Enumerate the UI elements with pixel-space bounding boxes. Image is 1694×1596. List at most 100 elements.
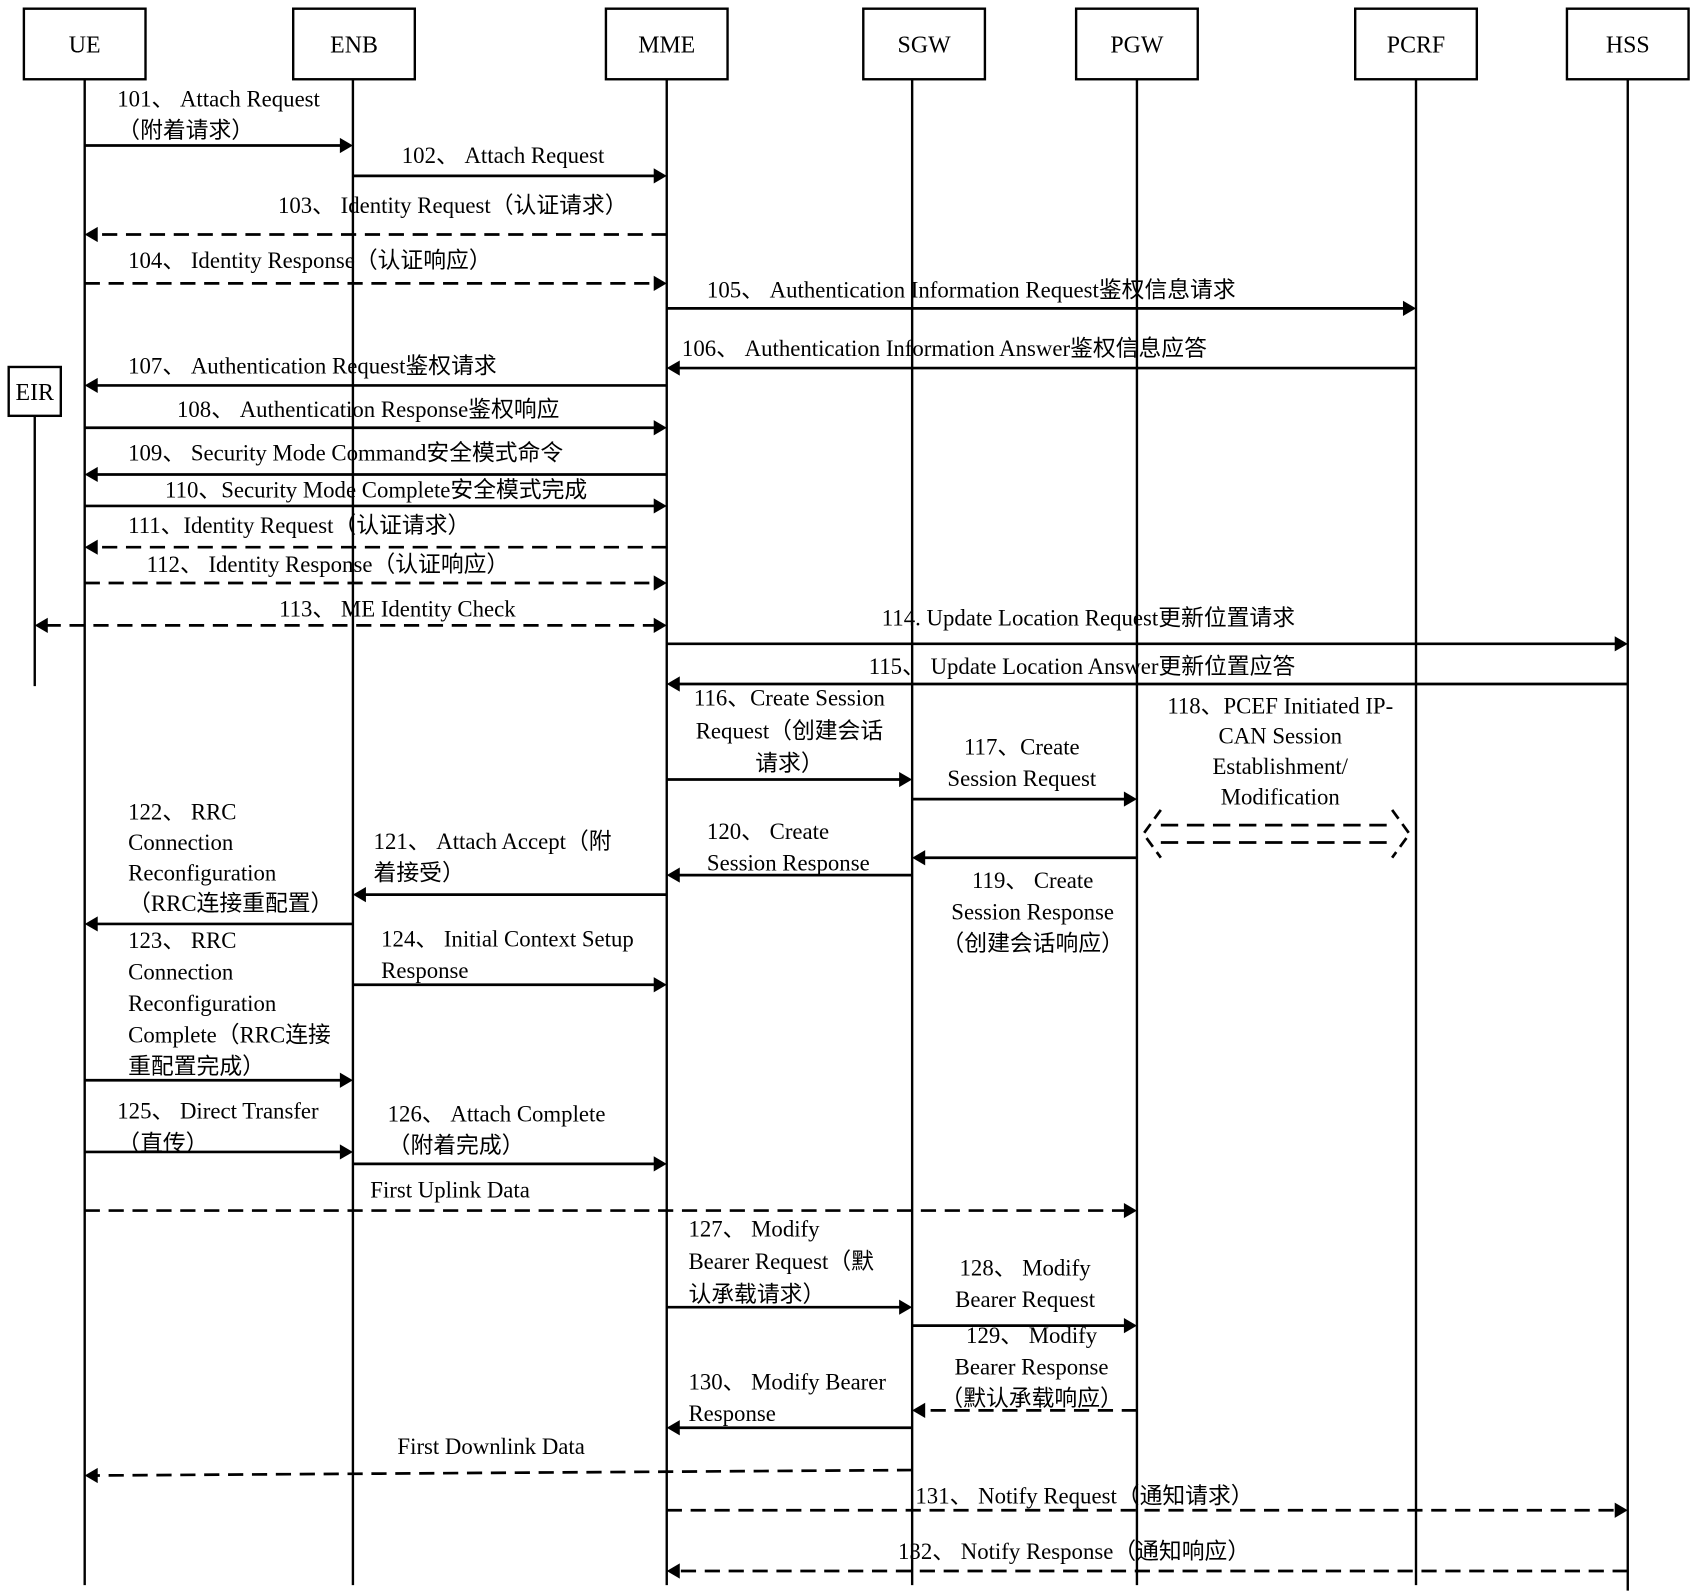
message-label: 120、 Create — [707, 819, 829, 844]
entity-label-mme: MME — [638, 33, 695, 59]
arrowhead — [653, 420, 667, 436]
entity-eir[interactable]: EIR — [7, 365, 63, 418]
message-label: 认承载请求） — [688, 1282, 825, 1307]
message-label: 111、Identity Request（认证请求） — [128, 513, 470, 538]
message-label: Bearer Response — [955, 1355, 1109, 1380]
message-m123[interactable]: 123、 RRC Connection Reconfiguration Complet… — [84, 928, 353, 1088]
message-label: Complete（RRC连接 — [128, 1022, 331, 1047]
message-downlink[interactable]: First Downlink Data — [84, 1434, 913, 1484]
message-m101[interactable]: 101、 Attach Request （附着请求） — [84, 86, 353, 154]
entity-label-pcrf: PCRF — [1387, 33, 1445, 59]
message-m120[interactable]: 120、 Create Session Response — [666, 819, 913, 883]
message-m128[interactable]: 128、 Modify Bearer Request — [912, 1256, 1137, 1334]
arrowhead — [1123, 1318, 1137, 1334]
arrowhead — [899, 771, 913, 788]
message-m118[interactable]: 118、PCEF Initiated IP- CAN Session Establi… — [1141, 693, 1412, 859]
message-m125[interactable]: 125、 Direct Transfer （直传） — [84, 1098, 353, 1160]
message-label: 119、 Create — [972, 868, 1093, 893]
message-m108[interactable]: 108、 Authentication Response鉴权响应 — [84, 397, 667, 436]
message-m126[interactable]: 126、 Attach Complete （附着完成） — [352, 1102, 667, 1172]
message-label: Connection — [128, 830, 234, 855]
message-label: 132、 Notify Response（通知响应） — [898, 1539, 1250, 1564]
arrowhead — [339, 1144, 353, 1160]
message-label: 104、 Identity Response（认证响应） — [128, 248, 491, 273]
arrowhead — [1123, 1202, 1137, 1219]
message-m122[interactable]: 122、 RRC Connection Reconfiguration （RRC连接重… — [84, 800, 353, 932]
message-m117[interactable]: 117、Create Session Request — [912, 735, 1137, 807]
message-label: 106、 Authentication Information Answer鉴权… — [682, 336, 1207, 361]
message-label: （默认承载响应） — [940, 1386, 1122, 1411]
entity-enb[interactable]: ENB — [291, 7, 417, 81]
message-label: （创建会话响应） — [941, 931, 1123, 956]
message-m104[interactable]: 104、 Identity Response（认证响应） — [84, 248, 667, 291]
message-m110[interactable]: 110、Security Mode Complete安全模式完成 — [84, 477, 667, 514]
message-label: Connection — [128, 959, 234, 984]
message-label: 101、 Attach Request — [117, 86, 320, 111]
message-label: 114. Update Location Request更新位置请求 — [882, 605, 1295, 630]
entity-sgw[interactable]: SGW — [862, 7, 987, 81]
message-label: 105、 Authentication Information Request鉴… — [707, 277, 1236, 302]
message-m129[interactable]: 129、 Modify Bearer Response （默认承载响应） — [912, 1323, 1137, 1418]
arrowhead — [1402, 300, 1417, 316]
message-label: Request（创建会话 — [696, 718, 883, 743]
message-label: 116、Create Session — [694, 686, 886, 711]
message-m116[interactable]: 116、Create Session Request（创建会话请求） — [666, 686, 913, 788]
message-label: 123、 RRC — [128, 928, 236, 953]
message-m119[interactable]: 119、 Create Session Response （创建会话响应） — [912, 850, 1137, 956]
arrowhead — [1123, 791, 1137, 807]
message-m130[interactable]: 130、 Modify Bearer Response — [666, 1370, 913, 1436]
message-label: Session Response — [707, 851, 870, 876]
message-uplink[interactable]: First Uplink Data — [84, 1178, 1137, 1219]
message-m107[interactable]: 107、 Authentication Request鉴权请求 — [84, 353, 667, 394]
entity-pcrf[interactable]: PCRF — [1354, 7, 1479, 81]
message-m114[interactable]: 114. Update Location Request更新位置请求 — [666, 605, 1628, 652]
entity-pgw[interactable]: PGW — [1074, 7, 1199, 81]
message-m131[interactable]: 131、 Notify Request（通知请求） — [666, 1484, 1628, 1518]
message-label: Establishment/ — [1213, 754, 1349, 779]
message-m103[interactable]: 103、 Identity Request（认证请求） — [84, 193, 667, 243]
arrowhead — [84, 539, 98, 555]
message-m124[interactable]: 124、 Initial Context Setup Response — [352, 927, 667, 993]
message-label: 131、 Notify Request（通知请求） — [915, 1484, 1253, 1509]
message-label: 128、 Modify — [960, 1256, 1092, 1281]
message-label: 103、 Identity Request（认证请求） — [278, 193, 628, 218]
message-label: 117、Create — [964, 735, 1080, 760]
message-label: 108、 Authentication Response鉴权响应 — [177, 397, 559, 422]
message-label: 102、 Attach Request — [402, 143, 605, 168]
entity-hss[interactable]: HSS — [1565, 7, 1690, 81]
message-label: 125、 Direct Transfer — [117, 1098, 319, 1123]
message-label: （附着请求） — [117, 118, 254, 143]
message-label: 请求） — [755, 751, 823, 776]
entity-label-eir: EIR — [16, 380, 55, 406]
arrowhead — [1614, 1502, 1628, 1518]
arrowhead — [653, 168, 667, 184]
message-m112[interactable]: 112、 Identity Response（认证响应） — [84, 552, 667, 591]
message-label: 109、 Security Mode Command安全模式命令 — [128, 440, 563, 465]
message-label: 着接受） — [374, 861, 465, 886]
entity-ue[interactable]: UE — [22, 7, 147, 81]
arrowhead — [912, 850, 926, 866]
message-m111[interactable]: 111、Identity Request（认证请求） — [84, 513, 667, 555]
message-m132[interactable]: 132、 Notify Response（通知响应） — [666, 1539, 1628, 1579]
message-m102[interactable]: 102、 Attach Request — [352, 143, 667, 184]
message-m121[interactable]: 121、 Attach Accept（附着接受） — [352, 829, 667, 903]
message-m127[interactable]: 127、 Modify Bearer Request（默认承载请求） — [666, 1217, 913, 1315]
message-m105[interactable]: 105、 Authentication Information Request鉴… — [666, 277, 1417, 316]
message-label: 122、 RRC — [128, 800, 236, 825]
message-label: Response — [381, 958, 468, 983]
entity-label-sgw: SGW — [898, 33, 952, 59]
message-m113[interactable]: 113、 ME Identity Check — [34, 597, 667, 633]
entity-label-pgw: PGW — [1110, 33, 1164, 59]
arrowhead — [666, 360, 680, 376]
message-m106[interactable]: 106、 Authentication Information Answer鉴权… — [666, 336, 1417, 376]
message-label: （附着完成） — [388, 1133, 525, 1158]
message-label: 126、 Attach Complete — [388, 1102, 606, 1127]
arrowhead — [653, 1156, 667, 1172]
message-label: （直传） — [117, 1131, 208, 1156]
entity-mme[interactable]: MME — [604, 7, 729, 81]
message-m109[interactable]: 109、 Security Mode Command安全模式命令 — [84, 440, 667, 483]
arrowhead-eir — [34, 617, 48, 633]
block-arrowhead-left — [1141, 809, 1162, 859]
arrowhead-mme — [653, 617, 667, 633]
entity-label-ue: UE — [69, 33, 101, 59]
